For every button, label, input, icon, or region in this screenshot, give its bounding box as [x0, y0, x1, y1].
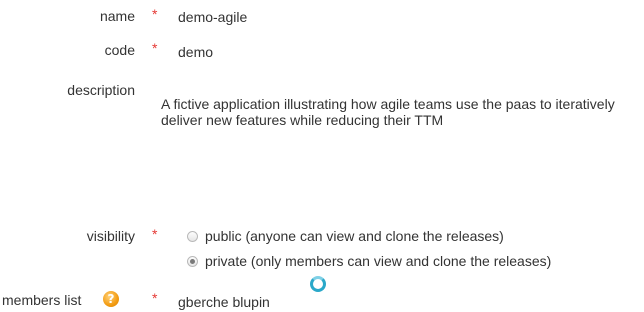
- name-label: name: [99, 8, 135, 24]
- code-field[interactable]: demo: [178, 44, 213, 60]
- loading-spinner-icon: [310, 276, 326, 292]
- members-required-marker: *: [152, 290, 158, 306]
- public-option-label: public (anyone can view and clone the re…: [205, 228, 504, 244]
- visibility-required-marker: *: [152, 226, 158, 242]
- name-field[interactable]: demo-agile: [178, 9, 247, 25]
- description-field[interactable]: A fictive application illustrating how a…: [161, 96, 631, 128]
- visibility-option-private[interactable]: private (only members can view and clone…: [187, 253, 551, 269]
- name-required-marker: *: [152, 6, 158, 22]
- description-label: description: [67, 82, 135, 98]
- help-icon[interactable]: ?: [103, 291, 119, 307]
- application-form: name * demo-agile code * demo descriptio…: [0, 0, 644, 312]
- members-list-label: members list: [2, 292, 82, 308]
- visibility-option-public[interactable]: public (anyone can view and clone the re…: [187, 228, 504, 244]
- public-radio[interactable]: [187, 230, 198, 242]
- code-required-marker: *: [152, 40, 158, 56]
- members-list-field[interactable]: gberche blupin: [178, 294, 270, 310]
- private-radio[interactable]: [187, 255, 198, 267]
- code-label: code: [104, 42, 135, 58]
- private-option-label: private (only members can view and clone…: [205, 253, 552, 269]
- visibility-label: visibility: [86, 228, 135, 244]
